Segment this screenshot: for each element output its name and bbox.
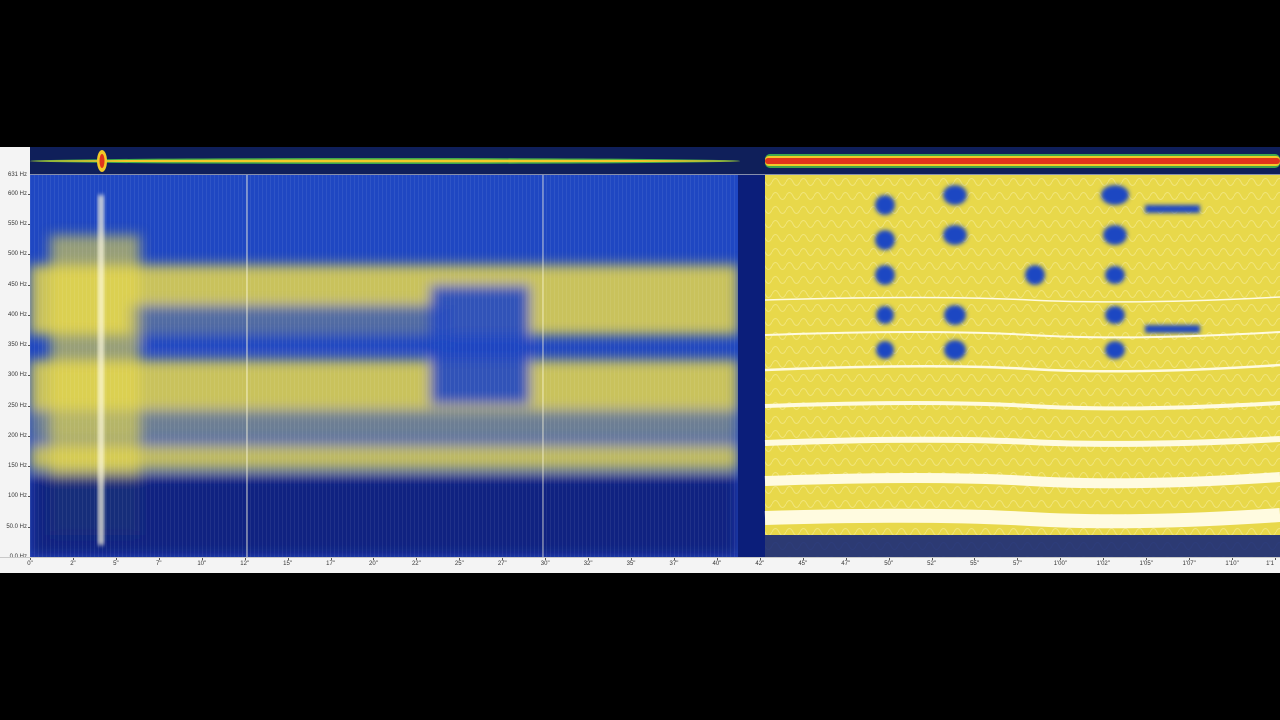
time-tick: [1060, 558, 1062, 560]
time-label: 5": [113, 561, 119, 567]
time-tick: [459, 558, 461, 560]
time-label: 47": [841, 561, 851, 567]
time-tick: [416, 558, 418, 560]
time-tick: [931, 558, 933, 560]
time-label: 37": [669, 561, 679, 567]
time-tick: [1017, 558, 1019, 560]
time-tick: [244, 558, 246, 560]
time-label: 1'00": [1053, 561, 1067, 567]
time-label: 27": [497, 561, 507, 567]
freq-label: 400 Hz: [7, 311, 27, 318]
time-tick: [502, 558, 504, 560]
time-label: 30": [540, 561, 550, 567]
time-tick: [545, 558, 547, 560]
time-label: 1'07": [1182, 561, 1196, 567]
time-label: 17": [326, 561, 335, 567]
spectrogram-canvas[interactable]: [30, 175, 1280, 557]
time-label: 1'1: [1266, 561, 1274, 567]
freq-label: 100 Hz: [7, 493, 27, 500]
freq-label: 600 Hz: [7, 190, 27, 197]
freq-label-top: 631 Hz: [7, 172, 27, 178]
time-label: 22": [411, 561, 421, 567]
time-label: 25": [454, 561, 464, 567]
time-label: 2": [70, 561, 76, 567]
time-tick: [115, 558, 117, 560]
time-label: 20": [369, 561, 378, 567]
time-tick: [1189, 558, 1191, 560]
harmonic-line: [764, 472, 1280, 489]
time-label: 0": [27, 561, 33, 567]
time-tick: [201, 558, 203, 560]
time-tick: [30, 558, 31, 560]
time-tick: [1103, 558, 1105, 560]
time-label: 50": [884, 561, 894, 567]
freq-label: 300 Hz: [7, 372, 27, 379]
overview-white-block: [0, 147, 30, 175]
time-label: 45": [798, 561, 808, 567]
time-label: 52": [927, 561, 936, 567]
time-tick: [802, 558, 804, 560]
time-label: 1'10": [1225, 561, 1239, 567]
freq-label: 550 Hz: [7, 221, 27, 228]
harmonic-line: [764, 436, 1280, 447]
freq-label: 500 Hz: [7, 251, 27, 258]
time-tick: [373, 558, 375, 560]
time-label: 12": [240, 561, 250, 567]
gap-region: [738, 175, 765, 557]
time-tick: [588, 558, 590, 560]
time-label: 7": [156, 561, 162, 567]
time-axis: 0" 2" 5" 7" 10" 12" 15" 17" 20" 22" 25" 27" 30" 32" 35…: [0, 557, 1280, 573]
freq-label: 200 Hz: [7, 432, 27, 439]
time-tick: [888, 558, 890, 560]
right-spectrogram-region: [764, 175, 1280, 557]
time-label: 15": [283, 561, 292, 567]
time-label: 57": [1013, 561, 1022, 567]
left-spectrogram-region: [30, 175, 738, 557]
time-tick: [1232, 558, 1234, 560]
time-tick: [1146, 558, 1148, 560]
time-label: 32": [583, 561, 593, 567]
frequency-axis: 631 Hz 600 Hz 550 Hz 500 Hz 450 Hz 400 Hz 350 …: [0, 172, 31, 561]
overview-right-segment: [765, 154, 1280, 168]
time-tick: [716, 558, 718, 560]
freq-label: 450 Hz: [7, 281, 27, 288]
left-burst-streak: [98, 195, 104, 545]
harmonic-line: [764, 508, 1280, 529]
spectrogram-viewer: 631 Hz 600 Hz 550 Hz 500 Hz 450 Hz 400 Hz 350 …: [0, 147, 1280, 573]
time-label: 10": [197, 561, 207, 567]
time-label: 42": [755, 561, 765, 567]
time-tick: [673, 558, 675, 560]
overview-waveform[interactable]: [0, 147, 1280, 175]
freq-label: 350 Hz: [7, 342, 27, 349]
time-label: 35": [626, 561, 636, 567]
time-tick: [287, 558, 289, 560]
freq-label: 250 Hz: [7, 402, 27, 409]
time-label: 40": [712, 561, 722, 567]
time-tick: [759, 558, 761, 560]
time-tick: [974, 558, 976, 560]
time-tick: [158, 558, 160, 560]
time-tick: [845, 558, 847, 560]
time-tick: [1275, 558, 1276, 560]
freq-label: 150 Hz: [7, 463, 27, 470]
time-label: 1'02": [1096, 561, 1110, 567]
time-label: 55": [970, 561, 979, 567]
time-label: 1'05": [1139, 561, 1153, 567]
time-tick: [330, 558, 332, 560]
time-tick: [631, 558, 633, 560]
freq-label: 50.0 Hz: [6, 523, 27, 530]
time-tick: [72, 558, 74, 560]
right-bottom-fade: [765, 535, 1280, 557]
